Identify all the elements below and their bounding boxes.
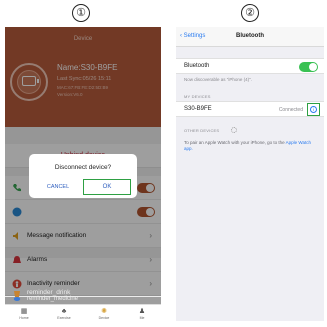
page-title: Bluetooth	[236, 33, 264, 39]
nav-device[interactable]: ✺ Device	[89, 307, 119, 320]
cancel-button[interactable]: CANCEL	[37, 182, 79, 193]
discoverable-text: Now discoverable as "iPhone (4)".	[184, 77, 252, 82]
disconnect-dialog: Disconnect device? CANCEL OK	[29, 154, 137, 198]
other-devices-header: OTHER DEVICES	[184, 128, 220, 133]
pill-icon	[13, 297, 21, 301]
pair-instructions: To pair an Apple Watch with your iPhone,…	[184, 140, 312, 151]
device-name: S30-B9FE	[184, 106, 212, 112]
bluetooth-row: Bluetooth	[176, 58, 324, 74]
my-devices-header: MY DEVICES	[184, 94, 211, 99]
runner-icon: ♣	[61, 308, 67, 315]
dialog-title: Disconnect device?	[54, 164, 112, 171]
bluetooth-label: Bluetooth	[184, 63, 210, 69]
nav-exercise[interactable]: ♣ Exercise	[49, 307, 79, 320]
ok-button[interactable]: OK	[83, 179, 131, 195]
menu-label: reminder_medicine	[27, 296, 79, 302]
nav-home[interactable]: ▦ Home	[9, 307, 39, 320]
step-one-label: ①	[72, 4, 90, 22]
info-icon: i	[310, 106, 317, 113]
left-phone-screen: Device Name:S30-B9FE Last Sync:05/26 15:…	[5, 27, 161, 324]
bluetooth-toggle[interactable]	[299, 62, 318, 72]
bottom-nav: ▦ Home ♣ Exercise ✺ Device ♟ Me	[5, 304, 161, 324]
gear-icon: ✺	[101, 308, 107, 315]
nav-bar: ‹ Settings Bluetooth	[176, 27, 324, 47]
user-icon: ♟	[138, 308, 146, 315]
connection-status: Connected	[278, 107, 303, 113]
device-row[interactable]: S30-B9FE Connected i	[176, 101, 324, 117]
instruction-screenshot: { "step_labels": ["①", "②"], "left_scree…	[0, 0, 327, 327]
grid-icon: ▦	[20, 308, 28, 315]
step-two-label: ②	[241, 4, 259, 22]
loading-spinner-icon	[231, 127, 237, 133]
right-phone-screen: ‹ Settings Bluetooth Bluetooth Now disco…	[176, 27, 324, 321]
nav-me[interactable]: ♟ Me	[127, 307, 157, 320]
info-button[interactable]: i	[307, 103, 320, 116]
